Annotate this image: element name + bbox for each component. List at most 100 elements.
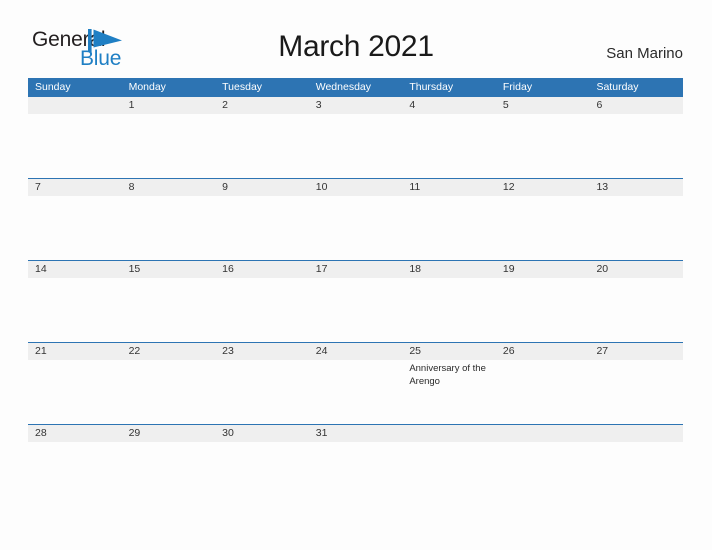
date-number[interactable]: 12	[496, 179, 590, 196]
calendar-week-row: 28 29 30 31	[28, 424, 683, 454]
date-number[interactable]: 23	[215, 343, 309, 360]
day-cell[interactable]	[122, 442, 216, 454]
date-number[interactable]: 13	[589, 179, 683, 196]
date-number-band: 7 8 9 10 11 12 13	[28, 179, 683, 196]
date-number[interactable]: 11	[402, 179, 496, 196]
day-cell[interactable]	[402, 114, 496, 178]
date-number-band: 14 15 16 17 18 19 20	[28, 261, 683, 278]
event-band	[28, 196, 683, 260]
calendar-weeks: 1 2 3 4 5 6 7 8 9 10 11 12 13 14 15 16 17 18 19 20 21 22 23 24 2…	[28, 97, 683, 454]
day-cell[interactable]	[215, 360, 309, 424]
day-cell[interactable]	[122, 196, 216, 260]
date-number-band: 123456	[28, 97, 683, 114]
weekday-header-wednesday: Wednesday	[315, 81, 371, 93]
date-number[interactable]: 26	[496, 343, 590, 360]
day-cell[interactable]	[589, 278, 683, 342]
date-number[interactable]: 7	[28, 179, 122, 196]
calendar-grid: Sunday Monday Tuesday Wednesday Thursday Frid…	[28, 78, 683, 454]
weekday-header-thursday: Thursday	[409, 81, 454, 93]
date-number[interactable]: 21	[28, 343, 122, 360]
day-cell[interactable]	[28, 442, 122, 454]
event-band: Anniversary of the Arengo	[28, 360, 683, 424]
day-cell[interactable]	[589, 360, 683, 424]
date-number[interactable]: 19	[496, 261, 590, 278]
day-cell[interactable]	[309, 442, 403, 454]
day-cell[interactable]	[215, 442, 309, 454]
date-number[interactable]: 31	[309, 425, 403, 442]
date-number[interactable]: 17	[309, 261, 403, 278]
day-cell[interactable]	[309, 278, 403, 342]
date-number[interactable]: 4	[402, 97, 496, 114]
date-number[interactable]: 5	[496, 97, 590, 114]
weekday-header-row: Sunday Monday Tuesday Wednesday Thursday Frid…	[28, 78, 683, 97]
day-cell[interactable]	[309, 196, 403, 260]
calendar-week-row: 21 22 23 24 25 26 27 Anniversary of the Arengo	[28, 342, 683, 424]
day-cell[interactable]	[402, 278, 496, 342]
date-number-band: 28 29 30 31	[28, 425, 683, 442]
date-number[interactable]: 22	[122, 343, 216, 360]
day-cell[interactable]	[589, 442, 683, 454]
calendar-week-row: 123456	[28, 97, 683, 178]
date-number[interactable]: 15	[122, 261, 216, 278]
day-cell[interactable]	[589, 196, 683, 260]
date-number[interactable]: 25	[402, 343, 496, 360]
weekday-header-saturday: Saturday	[596, 81, 639, 93]
day-cell[interactable]	[496, 360, 590, 424]
date-number[interactable]: 8	[122, 179, 216, 196]
page-header: General Blue March 2021 San Marino	[0, 0, 712, 78]
calendar-week-row: 14 15 16 17 18 19 20	[28, 260, 683, 342]
date-number-empty	[402, 425, 496, 442]
day-cell[interactable]	[496, 278, 590, 342]
day-cell[interactable]	[28, 278, 122, 342]
page-title: March 2021	[278, 30, 434, 63]
date-number[interactable]: 24	[309, 343, 403, 360]
weekday-header-friday: Friday	[502, 81, 533, 93]
day-cell[interactable]	[309, 360, 403, 424]
day-cell[interactable]	[309, 114, 403, 178]
locale-label: San Marino	[606, 45, 683, 62]
date-number[interactable]: 27	[589, 343, 683, 360]
date-number[interactable]: 14	[28, 261, 122, 278]
calendar-page: General Blue March 2021 San Marino Sunda…	[0, 0, 712, 550]
date-number[interactable]: 28	[28, 425, 122, 442]
day-cell[interactable]	[215, 196, 309, 260]
event-band	[28, 114, 683, 178]
event-band	[28, 442, 683, 454]
day-cell[interactable]	[402, 196, 496, 260]
day-cell[interactable]	[122, 114, 216, 178]
day-cell[interactable]	[215, 278, 309, 342]
date-number[interactable]: 10	[309, 179, 403, 196]
date-number[interactable]: 9	[215, 179, 309, 196]
date-number[interactable]: 18	[402, 261, 496, 278]
weekday-header-monday: Monday	[128, 81, 166, 93]
date-number[interactable]: 1	[122, 97, 216, 114]
date-number-empty	[589, 425, 683, 442]
day-cell[interactable]	[28, 360, 122, 424]
day-cell[interactable]	[28, 114, 122, 178]
date-number[interactable]: 29	[122, 425, 216, 442]
day-cell[interactable]	[215, 114, 309, 178]
weekday-header-tuesday: Tuesday	[222, 81, 263, 93]
day-cell[interactable]	[122, 278, 216, 342]
date-number-band: 21 22 23 24 25 26 27	[28, 343, 683, 360]
day-cell[interactable]	[402, 442, 496, 454]
calendar-week-row: 7 8 9 10 11 12 13	[28, 178, 683, 260]
day-cell[interactable]	[122, 360, 216, 424]
date-number[interactable]: 20	[589, 261, 683, 278]
day-cell[interactable]	[28, 196, 122, 260]
date-number[interactable]: 30	[215, 425, 309, 442]
day-cell[interactable]: Anniversary of the Arengo	[402, 360, 496, 424]
day-cell[interactable]	[496, 196, 590, 260]
day-cell[interactable]	[496, 114, 590, 178]
date-number[interactable]: 2	[215, 97, 309, 114]
date-number-empty	[496, 425, 590, 442]
event-band	[28, 278, 683, 342]
day-cell[interactable]	[496, 442, 590, 454]
event-label: Anniversary of the Arengo	[409, 363, 486, 387]
date-number[interactable]: 3	[309, 97, 403, 114]
date-number-empty	[28, 97, 122, 114]
date-number[interactable]: 16	[215, 261, 309, 278]
date-number[interactable]: 6	[589, 97, 683, 114]
weekday-header-sunday: Sunday	[35, 81, 71, 93]
day-cell[interactable]	[589, 114, 683, 178]
